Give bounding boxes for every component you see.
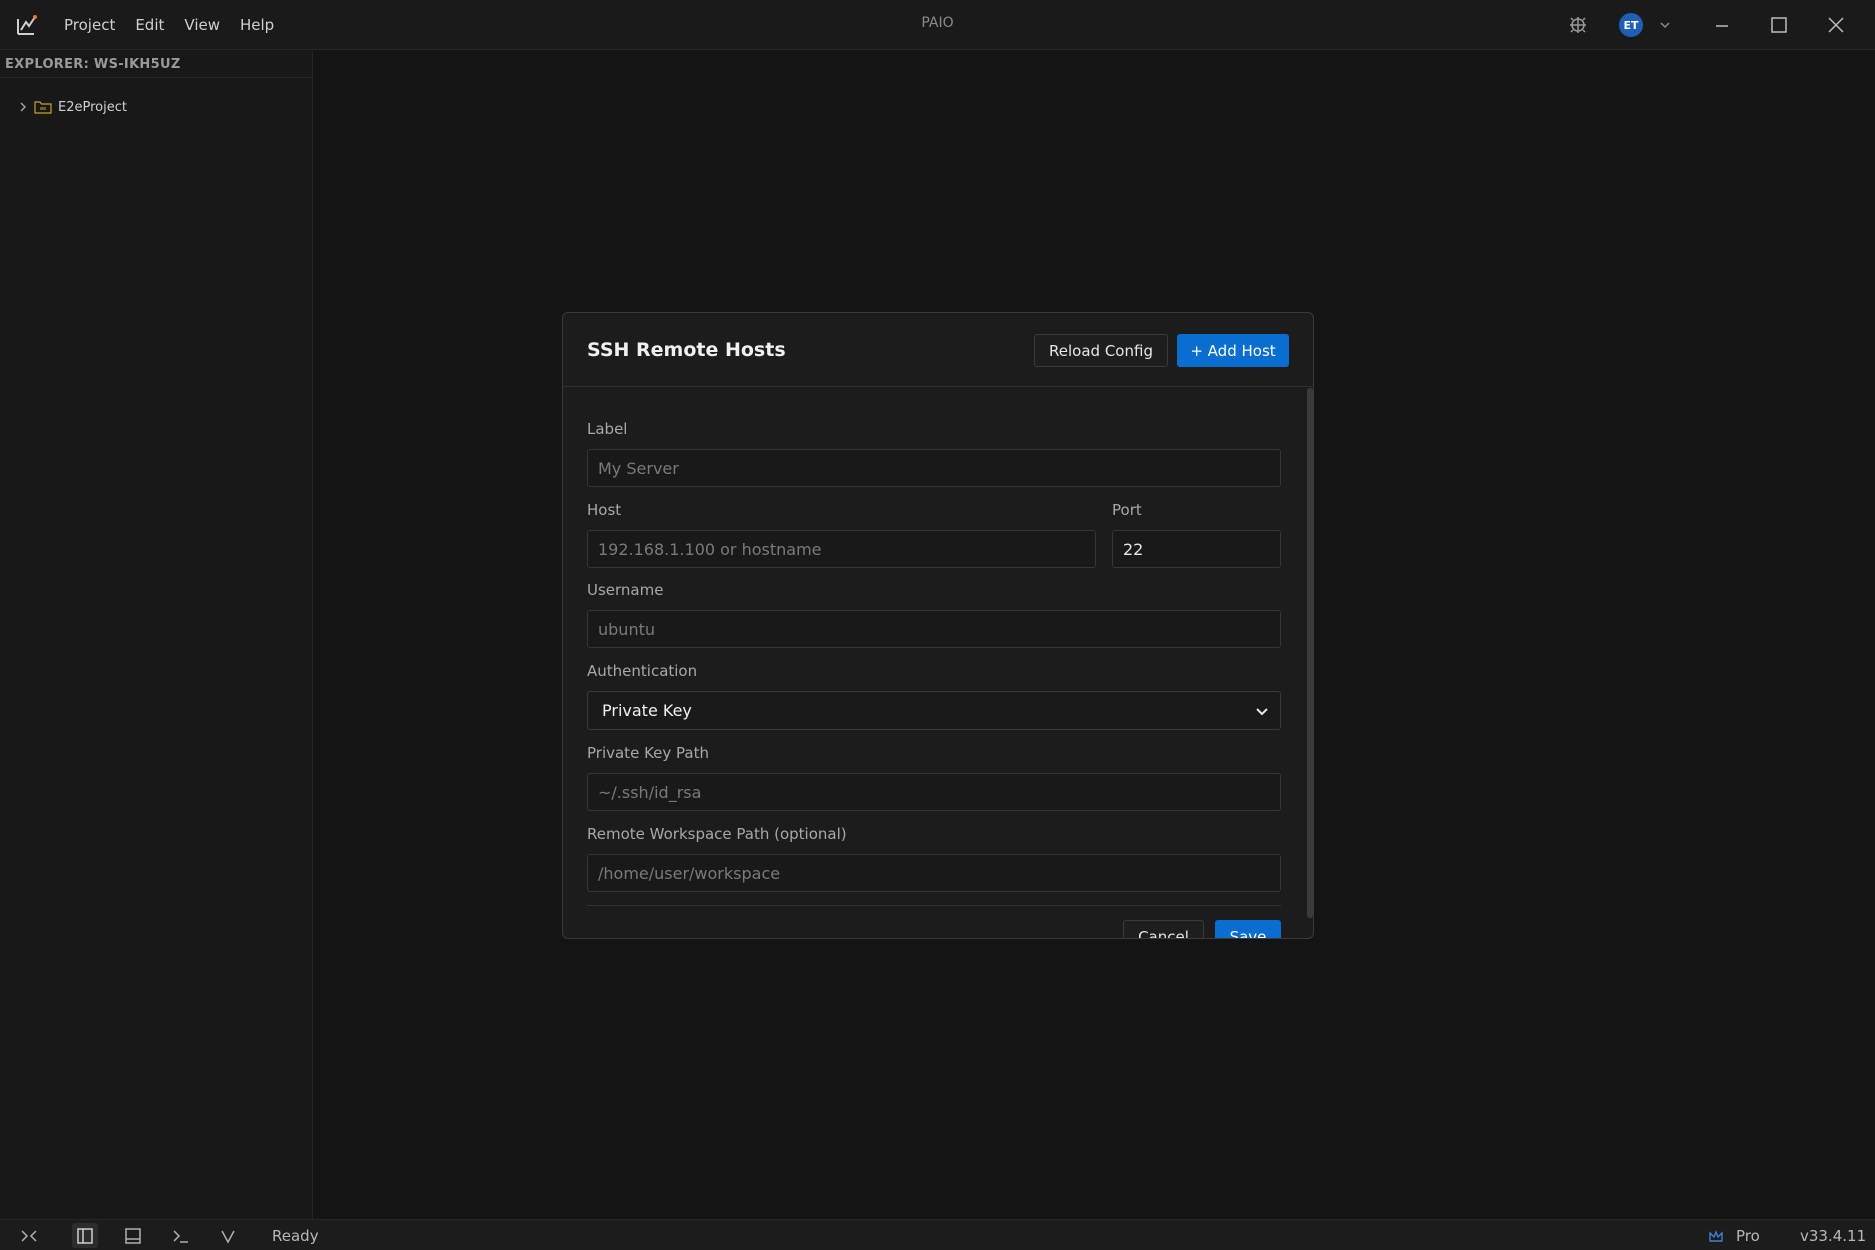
- host-input[interactable]: [587, 530, 1096, 568]
- form-divider: [587, 905, 1281, 906]
- username-field-label: Username: [587, 581, 664, 599]
- dialog-header: SSH Remote Hosts Reload Config + Add Hos…: [563, 313, 1313, 387]
- workspace-path-field-label: Remote Workspace Path (optional): [587, 825, 847, 843]
- add-host-button[interactable]: + Add Host: [1177, 334, 1289, 367]
- private-key-path-input[interactable]: [587, 773, 1281, 811]
- tree-item-label: E2eProject: [58, 99, 127, 115]
- menu-help[interactable]: Help: [240, 16, 274, 34]
- status-bar: Ready Pro v33.4.11: [0, 1219, 1875, 1250]
- plan-badge[interactable]: Pro: [1736, 1227, 1760, 1245]
- reload-config-button[interactable]: Reload Config: [1034, 334, 1168, 367]
- authentication-selected-value: Private Key: [602, 701, 692, 720]
- private-key-path-field-label: Private Key Path: [587, 744, 709, 762]
- save-button[interactable]: Save: [1215, 920, 1281, 938]
- app-logo-icon[interactable]: [14, 12, 40, 38]
- menu-project[interactable]: Project: [64, 16, 115, 34]
- terminal-icon[interactable]: [170, 1225, 192, 1247]
- username-input[interactable]: [587, 610, 1281, 648]
- port-field-label: Port: [1112, 501, 1142, 519]
- explorer-sidebar: EXPLORER: WS-IKH5UZ E2eProject: [0, 51, 313, 1219]
- label-field-label: Label: [587, 420, 628, 438]
- workspace-path-input[interactable]: [587, 854, 1281, 892]
- maximize-icon[interactable]: [1767, 13, 1791, 37]
- folder-icon: [34, 101, 52, 114]
- dialog-title: SSH Remote Hosts: [587, 339, 786, 361]
- version-label: v33.4.11: [1800, 1227, 1867, 1245]
- host-form: Label Host Port Username Authentication …: [563, 388, 1313, 938]
- ssh-remote-hosts-dialog: SSH Remote Hosts Reload Config + Add Hos…: [562, 312, 1314, 939]
- host-field-label: Host: [587, 501, 622, 519]
- chevron-right-icon[interactable]: [16, 100, 30, 114]
- explorer-header: EXPLORER: WS-IKH5UZ: [0, 51, 312, 78]
- chevron-down-icon: [1256, 708, 1268, 716]
- dialog-scrollbar[interactable]: [1307, 388, 1313, 918]
- panel-toggle-icon[interactable]: [122, 1225, 144, 1247]
- status-text: Ready: [272, 1227, 319, 1245]
- port-input[interactable]: [1112, 530, 1281, 568]
- menu-bar: Project Edit View Help: [64, 0, 294, 50]
- crown-icon: [1709, 1230, 1723, 1242]
- close-icon[interactable]: [1824, 13, 1848, 37]
- avatar[interactable]: ET: [1619, 13, 1643, 37]
- authentication-field-label: Authentication: [587, 662, 698, 680]
- chevron-down-icon[interactable]: [1657, 17, 1673, 33]
- label-input[interactable]: [587, 449, 1281, 487]
- version-control-icon[interactable]: [217, 1225, 239, 1247]
- sidebar-toggle-icon[interactable]: [74, 1225, 96, 1247]
- title-bar: Project Edit View Help PAIO ET: [0, 0, 1875, 50]
- debug-icon[interactable]: [1566, 13, 1590, 37]
- cancel-button[interactable]: Cancel: [1123, 920, 1204, 938]
- menu-view[interactable]: View: [184, 16, 220, 34]
- tree-item-e2eproject[interactable]: E2eProject: [16, 95, 127, 119]
- menu-edit[interactable]: Edit: [135, 16, 164, 34]
- authentication-select[interactable]: Private Key: [587, 691, 1281, 730]
- minimize-icon[interactable]: [1710, 13, 1734, 37]
- remote-connection-icon[interactable]: [18, 1225, 40, 1247]
